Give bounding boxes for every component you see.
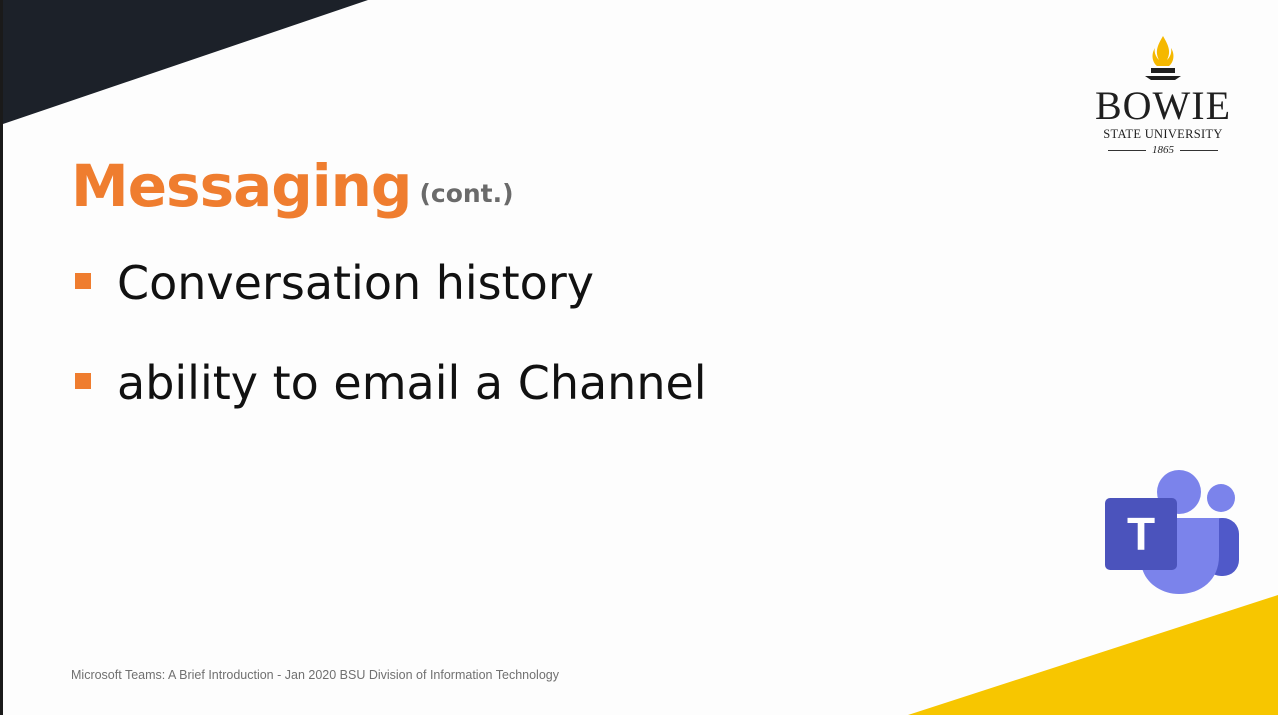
top-left-corner-shape [3,0,368,124]
title-suffix: (cont.) [419,179,514,208]
bowie-state-logo: BOWIE STATE UNIVERSITY 1865 [1088,34,1238,156]
bullet-item: Conversation history [71,248,707,348]
slide-footer: Microsoft Teams: A Brief Introduction - … [71,668,559,682]
bullet-item: ability to email a Channel [71,348,707,448]
logo-subtitle: STATE UNIVERSITY [1103,127,1223,141]
microsoft-teams-icon: T [1105,470,1239,594]
bottom-right-corner-shape [908,595,1278,715]
bullet-text: ability to email a Channel [117,356,707,410]
title-text: Messaging [71,152,412,220]
bullet-square-icon [75,273,91,289]
divider [1180,149,1218,151]
logo-year: 1865 [1152,144,1174,156]
divider [1108,149,1146,151]
slide: Messaging (cont.) Conversation history ab… [0,0,1278,715]
slide-title: Messaging (cont.) [71,146,514,234]
bullet-square-icon [75,373,91,389]
bullet-text: Conversation history [117,256,594,310]
bullet-list: Conversation history ability to email a … [71,248,707,448]
logo-year-row: 1865 [1088,144,1238,156]
teams-letter: T [1127,508,1155,560]
torch-icon [1145,36,1181,80]
logo-name: BOWIE [1094,83,1232,128]
